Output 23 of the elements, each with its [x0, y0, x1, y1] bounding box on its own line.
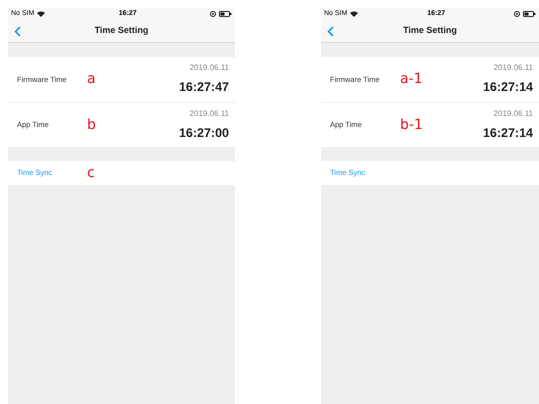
date-text: 2019.06.11	[494, 108, 533, 120]
date-text: 2019.06.11	[494, 62, 533, 74]
annotation-label: a-1	[400, 70, 423, 89]
time-text: 16:27:14	[482, 124, 533, 142]
wifi-icon	[37, 11, 46, 17]
wifi-icon	[350, 11, 358, 17]
battery-icon	[219, 11, 232, 17]
time-text: 16:27:00	[178, 124, 229, 142]
date-text: 2019.06.11	[190, 62, 229, 74]
lock-rotation-icon	[210, 11, 216, 17]
time-text: 16:27:14	[482, 79, 533, 96]
battery-icon	[523, 11, 536, 17]
back-icon[interactable]	[327, 26, 334, 37]
annotation-label: b-1	[400, 116, 423, 134]
page-title: Time Setting	[403, 24, 457, 38]
page-title: Time Setting	[94, 24, 148, 38]
date-text: 2019.06.11	[190, 108, 229, 120]
annotation-label: c	[87, 164, 95, 182]
annotation-label: a	[87, 70, 96, 89]
annotation-label: b	[87, 116, 96, 134]
lock-rotation-icon	[514, 11, 520, 17]
time-text: 16:27:47	[178, 79, 229, 96]
back-icon[interactable]	[14, 26, 21, 37]
